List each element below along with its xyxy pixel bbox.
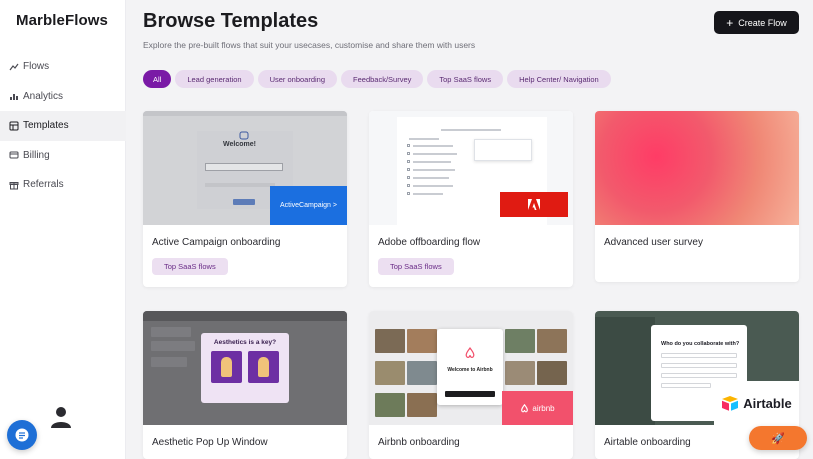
brand-name: airbnb: [532, 403, 555, 413]
referrals-icon: [9, 181, 19, 190]
card-title: Airtable onboarding: [604, 437, 691, 448]
brand-logo[interactable]: MarbleFlows: [16, 12, 108, 29]
filter-chip-lead-generation[interactable]: Lead generation: [175, 70, 254, 88]
card-title: Active Campaign onboarding: [152, 237, 281, 248]
sidebar-item-label: Templates: [23, 120, 69, 132]
thumbnail-heading: Welcome to Airbnb: [447, 367, 493, 373]
page-subtitle: Explore the pre-built flows that suit yo…: [143, 40, 476, 50]
logo-icon: [239, 131, 249, 140]
create-flow-label: Create Flow: [738, 17, 787, 28]
sidebar-item-label: Billing: [23, 149, 50, 161]
template-thumbnail: Aesthetics is a key?: [143, 311, 347, 425]
template-card-airbnb[interactable]: Welcome to Airbnb airbnb Airbnb onboardi…: [369, 311, 573, 459]
card-tag[interactable]: Top SaaS flows: [152, 258, 228, 275]
card-title: Advanced user survey: [604, 237, 703, 248]
card-title: Airbnb onboarding: [378, 437, 460, 448]
sidebar: MarbleFlows Flows Analytics Templates Bi…: [0, 0, 126, 459]
brand-badge: Airtable: [714, 381, 799, 425]
brand-badge: airbnb: [502, 391, 573, 425]
sidebar-item-referrals[interactable]: Referrals: [0, 170, 126, 200]
sidebar-item-billing[interactable]: Billing: [0, 141, 126, 171]
page-title: Browse Templates: [143, 10, 319, 32]
analytics-icon: [10, 94, 18, 101]
thumbnail-heading: Welcome!: [223, 141, 256, 148]
sidebar-item-label: Referrals: [23, 179, 64, 191]
thumbnail-heading: Who do you collaborate with?: [661, 341, 740, 347]
card-title: Adobe offboarding flow: [378, 237, 481, 248]
card-title: Aesthetic Pop Up Window: [152, 437, 268, 448]
templates-icon: [9, 121, 19, 131]
billing-icon: [9, 151, 19, 159]
chat-icon: [15, 428, 29, 442]
template-card-advanced-survey[interactable]: Advanced user survey: [595, 111, 799, 282]
template-thumbnail: [369, 111, 573, 225]
brand-badge: ActiveCampaign >: [270, 186, 347, 225]
sidebar-item-label: Analytics: [23, 90, 64, 102]
filter-chip-top-saas-flows[interactable]: Top SaaS flows: [427, 70, 504, 88]
template-thumbnail: Who do you collaborate with? Airtable: [595, 311, 799, 425]
airbnb-icon: [521, 403, 529, 412]
sidebar-item-flows[interactable]: Flows: [0, 52, 126, 82]
rocket-icon: 🚀: [771, 432, 785, 445]
airtable-icon: [722, 396, 739, 411]
create-flow-button[interactable]: + Create Flow: [714, 11, 799, 34]
template-thumbnail: Welcome to Airbnb airbnb: [369, 311, 573, 425]
filter-chips: All Lead generation User onboarding Feed…: [143, 70, 611, 88]
user-avatar-icon[interactable]: [50, 405, 72, 429]
thumbnail-heading: Aesthetics is a key?: [213, 339, 277, 346]
flows-icon: [9, 63, 19, 71]
chat-support-button[interactable]: [7, 420, 37, 450]
filter-chip-feedback-survey[interactable]: Feedback/Survey: [341, 70, 424, 88]
sidebar-item-templates[interactable]: Templates: [0, 111, 126, 141]
launcher-button[interactable]: 🚀: [749, 426, 807, 450]
template-thumbnail: [595, 111, 799, 225]
card-tag[interactable]: Top SaaS flows: [378, 258, 454, 275]
brand-name: Airtable: [743, 395, 792, 411]
sidebar-item-label: Flows: [23, 61, 50, 73]
template-card-active-campaign[interactable]: Welcome! ActiveCampaign > Active Campaig…: [143, 111, 347, 287]
adobe-logo: [500, 192, 568, 217]
filter-chip-all[interactable]: All: [143, 70, 172, 88]
filter-chip-help-center[interactable]: Help Center/ Navigation: [507, 70, 611, 88]
sidebar-nav: Flows Analytics Templates Billing Referr…: [0, 52, 126, 200]
plus-icon: +: [726, 15, 734, 30]
template-thumbnail: Welcome! ActiveCampaign >: [143, 111, 347, 225]
sidebar-item-analytics[interactable]: Analytics: [0, 82, 126, 112]
template-card-aesthetic-popup[interactable]: Aesthetics is a key? Aesthetic Pop Up Wi…: [143, 311, 347, 459]
airbnb-logo-icon: [465, 347, 475, 358]
filter-chip-user-onboarding[interactable]: User onboarding: [257, 70, 338, 88]
template-card-adobe[interactable]: Adobe offboarding flow Top SaaS flows: [369, 111, 573, 287]
adobe-icon: [528, 199, 540, 210]
